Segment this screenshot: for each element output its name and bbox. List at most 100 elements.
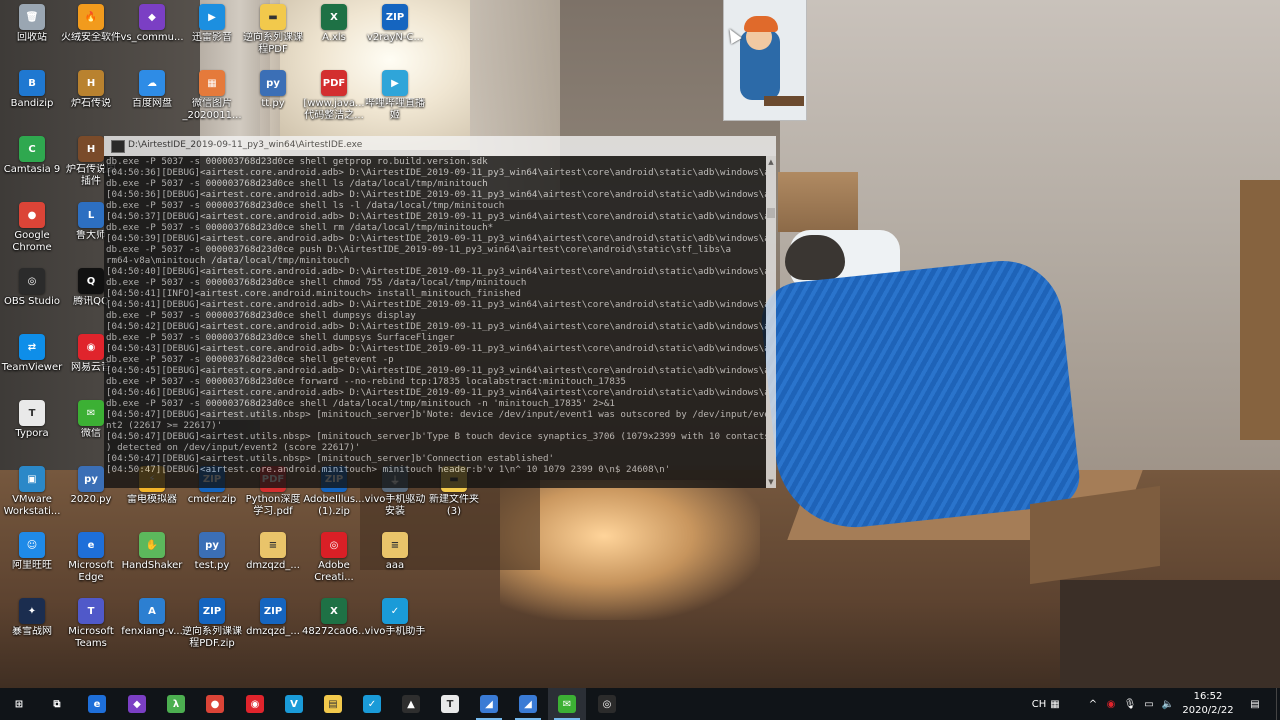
microphone-icon[interactable]: 🎙 — [1122, 688, 1138, 720]
photos-icon: ▲ — [402, 695, 420, 713]
desktop-icon[interactable]: ▦ 微信图片 _2020011... — [180, 66, 244, 122]
notification-icon[interactable]: ▤ — [1244, 688, 1266, 720]
desktop-icon[interactable]: Afenxiang-v... — [120, 594, 184, 638]
desktop-icon[interactable]: ▣ VMware Workstati... — [0, 462, 64, 518]
taskbar-vivo[interactable]: V — [275, 688, 313, 720]
console-line: [04:50:47][DEBUG]<airtest.utils.nbsp> [m… — [106, 409, 766, 420]
desktop-icon-label: OBS Studio — [4, 296, 60, 307]
vivo-assistant-icon: ✓ — [382, 598, 408, 624]
taskbar-netease-music[interactable]: ◉ — [236, 688, 274, 720]
obs-icon: ◎ — [598, 695, 616, 713]
python-file-icon: py — [199, 532, 225, 558]
teamviewer-icon: ⇄ — [19, 334, 45, 360]
vivo-icon: V — [285, 695, 303, 713]
scroll-down-arrow-icon[interactable]: ▼ — [767, 477, 775, 487]
desktop-icon-label: 48272ca06... — [302, 626, 366, 637]
console-line: [04:50:42][DEBUG]<airtest.core.android.a… — [106, 321, 766, 332]
taskbar-vivo-assistant[interactable]: ✓ — [353, 688, 391, 720]
visual-studio-icon: ◆ — [128, 695, 146, 713]
desktop-icon[interactable]: T Microsoft Teams — [59, 594, 123, 650]
desktop-icon[interactable]: 🗑 回收站 — [0, 0, 64, 44]
start-button[interactable]: ⊞ — [0, 688, 38, 720]
desktop-icon[interactable]: ● Google Chrome — [0, 198, 64, 254]
desktop-icon-label: 回收站 — [17, 32, 47, 43]
task-view-button[interactable]: ⧉ — [38, 688, 76, 720]
taskbar-airtest-2[interactable]: ◢ — [509, 688, 547, 720]
console-line: [04:50:41][INFO]<airtest.core.android.mi… — [106, 288, 521, 299]
desktop-icon[interactable]: X 48272ca06... — [302, 594, 366, 638]
taskbar-obs[interactable]: ◎ — [588, 688, 626, 720]
desktop-icon[interactable]: ZIP v2rayN-C... — [363, 0, 427, 44]
taskbar-airtest-1[interactable]: ◢ — [470, 688, 508, 720]
desktop-icon[interactable]: ☺ 阿里旺旺 — [0, 528, 64, 572]
desktop-icon-label: Microsoft Teams — [68, 626, 114, 649]
zip-icon: ZIP — [199, 598, 225, 624]
taskbar-typora[interactable]: T — [431, 688, 469, 720]
desktop-icon[interactable]: T Typora — [0, 396, 64, 440]
desktop-icon[interactable]: ≡ dmzqzd_... — [241, 528, 305, 572]
desktop-icon[interactable]: ☁ 百度网盘 — [120, 66, 184, 110]
taskbar-lambda[interactable]: λ — [157, 688, 195, 720]
netease-music-icon[interactable]: ◉ — [1102, 688, 1120, 720]
desktop-icon[interactable]: ◎ Adobe Creati... — [302, 528, 366, 584]
desktop-icon[interactable]: ZIP 逆向系列课课 程PDF.zip — [180, 594, 244, 650]
desktop-icon[interactable]: ▬ 逆向系列课课 程PDF — [241, 0, 305, 56]
console-window[interactable]: D:\AirtestIDE_2019-09-11_py3_win64\Airte… — [104, 136, 776, 488]
console-scrollbar[interactable]: ▲ ▼ — [766, 156, 776, 488]
desktop-icon-label: [www.java... 代码整洁之... — [303, 98, 365, 121]
volume-icon[interactable]: 🔈 — [1160, 688, 1176, 720]
typora-icon: T — [19, 400, 45, 426]
desktop-icon[interactable]: ✦ 暴雪战网 — [0, 594, 64, 638]
chevron-up-icon[interactable]: ^ — [1084, 688, 1102, 720]
desktop-icon-label: Adobe Creati... — [314, 560, 354, 583]
desktop-icon[interactable]: ◎ OBS Studio — [0, 264, 64, 308]
taskbar-wechat[interactable]: ✉ — [548, 688, 586, 720]
taskbar-vs[interactable]: ◆ — [118, 688, 156, 720]
document-icon: ≡ — [382, 532, 408, 558]
desktop-icon[interactable]: py tt.py — [241, 66, 305, 110]
desktop-icon[interactable]: py test.py — [180, 528, 244, 572]
wallpaper-rug — [1060, 580, 1280, 688]
netease-music-icon: ◉ — [246, 695, 264, 713]
desktop-icon-label: Typora — [15, 428, 49, 439]
desktop-icon-label: 火绒安全软件 — [61, 32, 121, 43]
taskbar-chrome[interactable]: ● — [196, 688, 234, 720]
scrollbar-thumb[interactable] — [767, 208, 775, 218]
desktop-icon[interactable]: ✓ vivo手机助手 — [363, 594, 427, 638]
desktop-icon[interactable]: ZIP dmzqzd_... — [241, 594, 305, 638]
desktop-icon-label: fenxiang-v... — [121, 626, 183, 637]
desktop-icon[interactable]: C Camtasia 9 — [0, 132, 64, 176]
taskbar-edge[interactable]: e — [78, 688, 116, 720]
desktop-icon-label: A.xls — [322, 32, 346, 43]
desktop-icon[interactable]: e Microsoft Edge — [59, 528, 123, 584]
desktop-icon[interactable]: PDF [www.java... 代码整洁之... — [302, 66, 366, 122]
scroll-up-arrow-icon[interactable]: ▲ — [767, 157, 775, 167]
ime-mode-indicator[interactable]: CH — [1028, 688, 1050, 720]
console-line: db.exe -P 5037 -s 000003768d23d0ce push … — [106, 244, 732, 255]
console-line: [04:50:47][DEBUG]<airtest.core.android.m… — [106, 464, 671, 475]
desktop-icon[interactable]: H 炉石传说 — [59, 66, 123, 110]
desktop-icon[interactable]: ▶ 哔哩哔哩直播 姬 — [363, 66, 427, 122]
desktop-icon-label: 逆向系列课课 程PDF.zip — [182, 626, 242, 649]
show-desktop-button[interactable] — [1276, 688, 1280, 720]
console-titlebar[interactable]: D:\AirtestIDE_2019-09-11_py3_win64\Airte… — [104, 136, 776, 157]
taskbar-file-explorer[interactable]: ▤ — [314, 688, 352, 720]
keyboard-grid-icon[interactable]: ▦ — [1048, 688, 1062, 720]
qq-icon: Q — [78, 268, 104, 294]
console-title: D:\AirtestIDE_2019-09-11_py3_win64\Airte… — [128, 140, 363, 150]
network-icon[interactable]: ▭ — [1140, 688, 1158, 720]
desktop-icon[interactable]: ≡ aaa — [363, 528, 427, 572]
desktop-icon[interactable]: B Bandizip — [0, 66, 64, 110]
taskbar-photos[interactable]: ▲ — [392, 688, 430, 720]
desktop-icon[interactable]: X A.xls — [302, 0, 366, 44]
desktop-icon[interactable]: ✋ HandShaker — [120, 528, 184, 572]
desktop-icon[interactable]: ▶ 迅雷影音 — [180, 0, 244, 44]
taskbar-clock[interactable]: 16:52 2020/2/22 — [1176, 688, 1240, 720]
desktop-icon[interactable]: ◆ vs_commu... — [120, 0, 184, 44]
desktop-icon-label: Bandizip — [10, 98, 54, 109]
console-line: [04:50:47][DEBUG]<airtest.utils.nbsp> [m… — [106, 431, 766, 442]
desktop-icon-label: 阿里旺旺 — [12, 560, 52, 571]
console-output[interactable]: db.exe -P 5037 -s 000003768d23d0ce shell… — [104, 156, 766, 488]
desktop-icon[interactable]: ⇄ TeamViewer — [0, 330, 64, 374]
desktop-icon[interactable]: 🔥 火绒安全软件 — [59, 0, 123, 44]
